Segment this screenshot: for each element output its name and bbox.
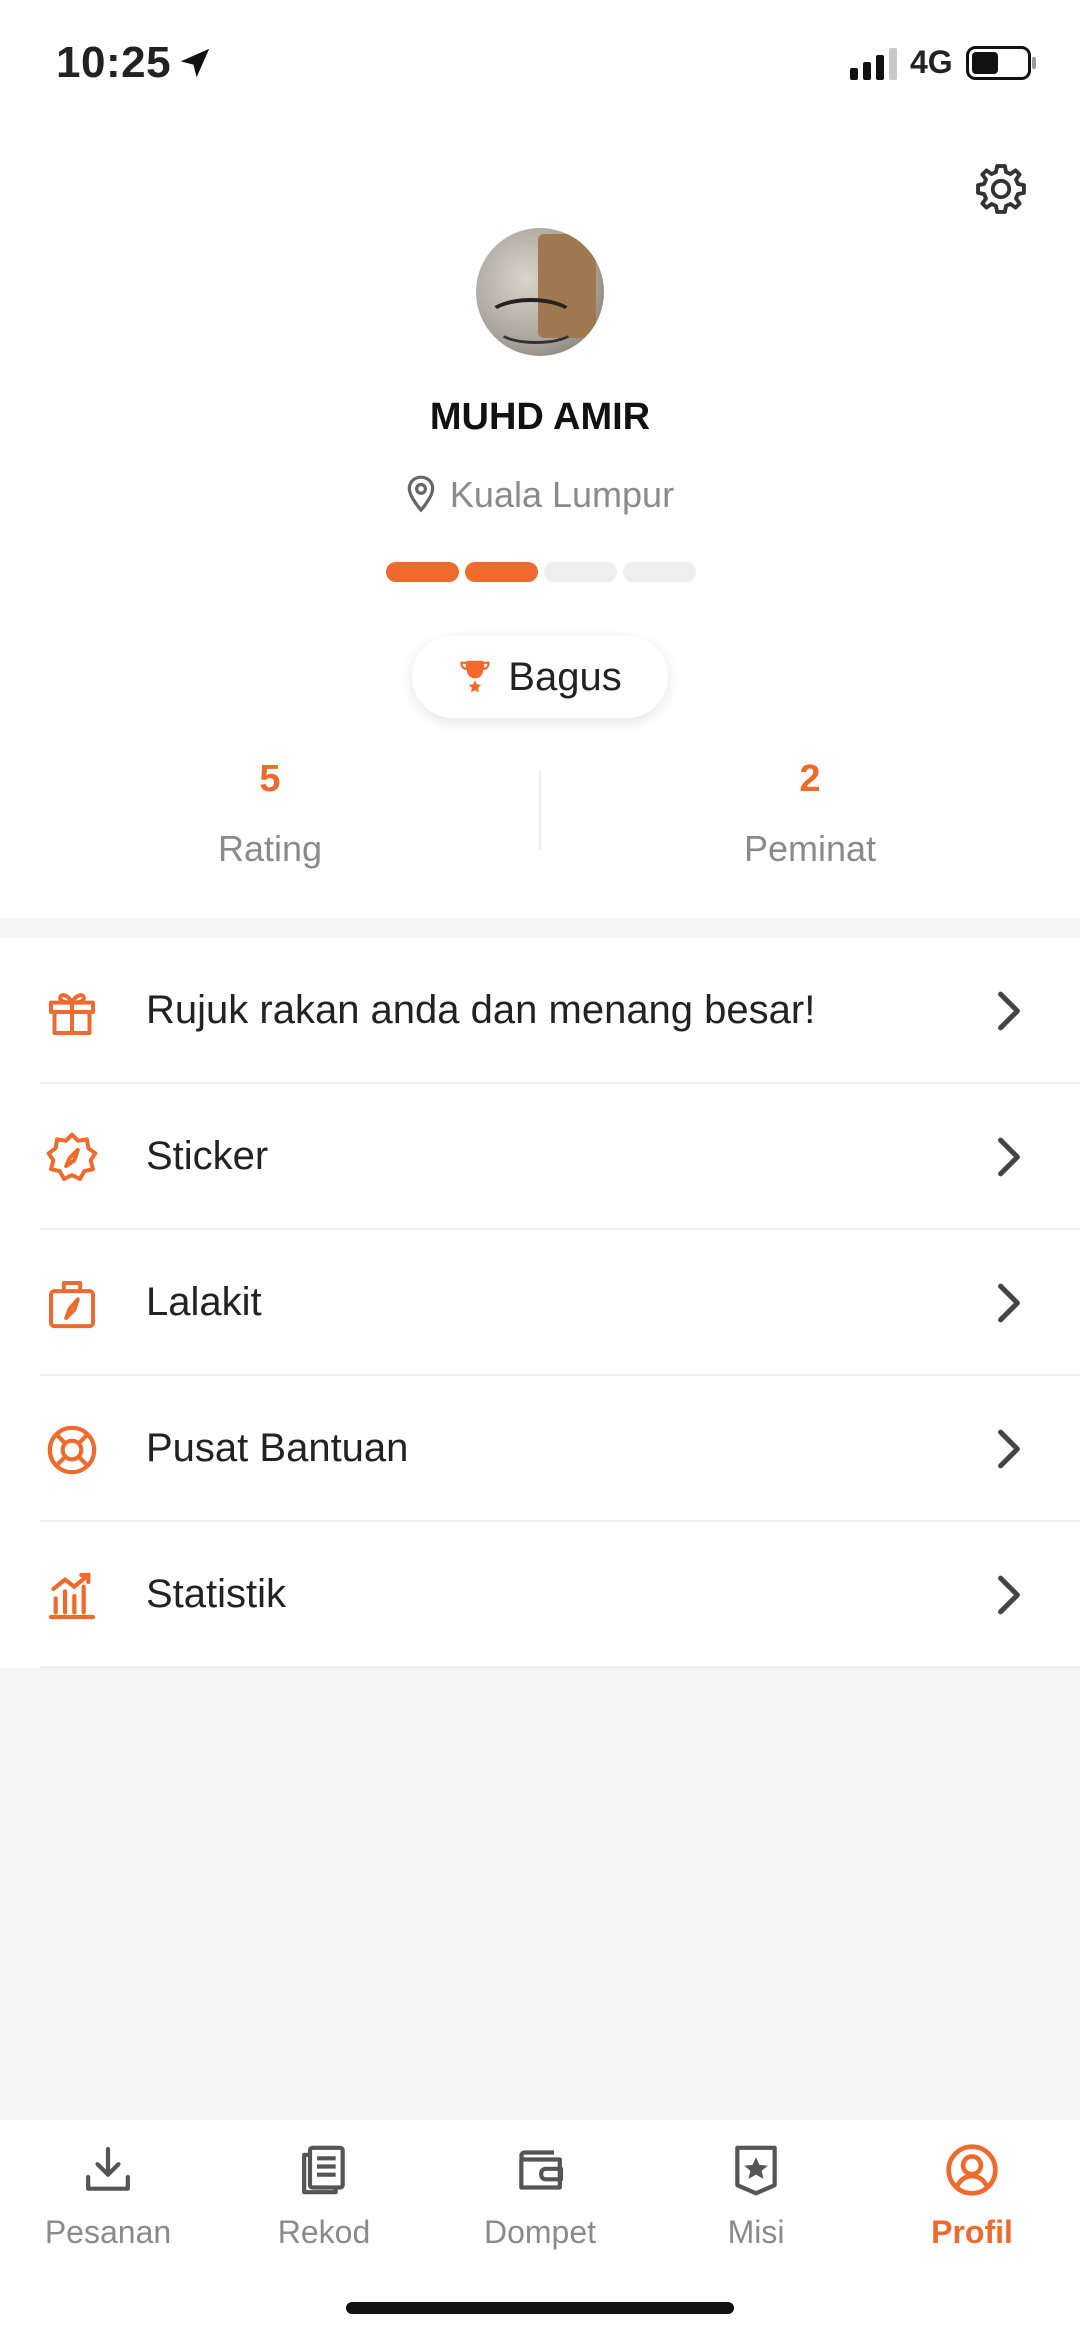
level-segment (623, 562, 696, 582)
location-pin-icon (407, 475, 435, 513)
menu-item-referral[interactable]: Rujuk rakan anda dan menang besar! (0, 938, 1080, 1084)
signal-icon (850, 48, 897, 80)
menu-label: Sticker (146, 1134, 269, 1178)
sticker-badge-icon (46, 1132, 98, 1181)
user-name: MUHD AMIR (429, 396, 651, 438)
profile-icon (946, 2144, 998, 2196)
stat-value: 5 (259, 758, 281, 800)
badge-label: Bagus (508, 654, 622, 699)
avatar[interactable] (476, 228, 604, 356)
chevron-right-icon (998, 1429, 1020, 1469)
tab-label: Rekod (277, 2214, 371, 2250)
tab-label: Profil (931, 2214, 1013, 2250)
menu-label: Lalakit (146, 1280, 262, 1324)
stats-panel: 5 Rating 2 Peminat (0, 690, 1080, 918)
level-badge[interactable]: Bagus (412, 636, 668, 718)
menu-item-lalakit[interactable]: Lalakit (0, 1230, 1080, 1376)
location-text: Kuala Lumpur (449, 474, 675, 515)
level-segment (544, 562, 617, 582)
menu-divider (40, 1666, 1080, 1668)
status-bar: 10:25 4G (0, 0, 1080, 130)
trophy-icon (460, 660, 490, 693)
menu-label: Pusat Bantuan (146, 1426, 409, 1470)
tab-profil[interactable]: Profil (864, 2120, 1080, 2300)
tab-dompet[interactable]: Dompet (432, 2120, 648, 2300)
lifebuoy-icon (47, 1425, 97, 1475)
status-time: 10:25 (56, 38, 172, 87)
tab-misi[interactable]: Misi (648, 2120, 864, 2300)
stat-label: Peminat (743, 828, 877, 869)
menu-item-help-center[interactable]: Pusat Bantuan (0, 1376, 1080, 1522)
kit-bag-icon (49, 1281, 95, 1329)
tab-label: Dompet (483, 2214, 597, 2250)
level-progress-bar (386, 562, 696, 582)
settings-gear-icon[interactable] (972, 160, 1030, 218)
tab-pesanan[interactable]: Pesanan (0, 2120, 216, 2300)
home-indicator (346, 2302, 734, 2314)
gift-icon (49, 993, 95, 1035)
mission-star-icon (735, 2145, 777, 2196)
menu-label: Statistik (146, 1572, 287, 1616)
level-segment (465, 562, 538, 582)
chevron-right-icon (998, 1283, 1020, 1323)
battery-icon (966, 46, 1036, 80)
chevron-right-icon (998, 1137, 1020, 1177)
wallet-icon (519, 2150, 564, 2190)
statistics-chart-icon (48, 1572, 96, 1620)
records-icon (302, 2145, 345, 2195)
tab-rekod[interactable]: Rekod (216, 2120, 432, 2300)
menu-item-statistics[interactable]: Statistik (0, 1522, 1080, 1668)
level-segment (386, 562, 459, 582)
tab-label: Pesanan (44, 2214, 172, 2250)
location-arrow-icon (180, 48, 210, 78)
chevron-right-icon (998, 1575, 1020, 1615)
stat-label: Rating (217, 828, 323, 869)
menu-label: Rujuk rakan anda dan menang besar! (146, 988, 816, 1032)
menu-item-sticker[interactable]: Sticker (0, 1084, 1080, 1230)
network-type: 4G (910, 44, 953, 80)
tab-label: Misi (727, 2214, 785, 2250)
download-icon (86, 2146, 130, 2191)
chevron-right-icon (998, 991, 1020, 1031)
user-location: Kuala Lumpur (0, 474, 1080, 516)
stat-value: 2 (799, 758, 821, 800)
menu-list: Rujuk rakan anda dan menang besar! Stick… (0, 938, 1080, 1668)
